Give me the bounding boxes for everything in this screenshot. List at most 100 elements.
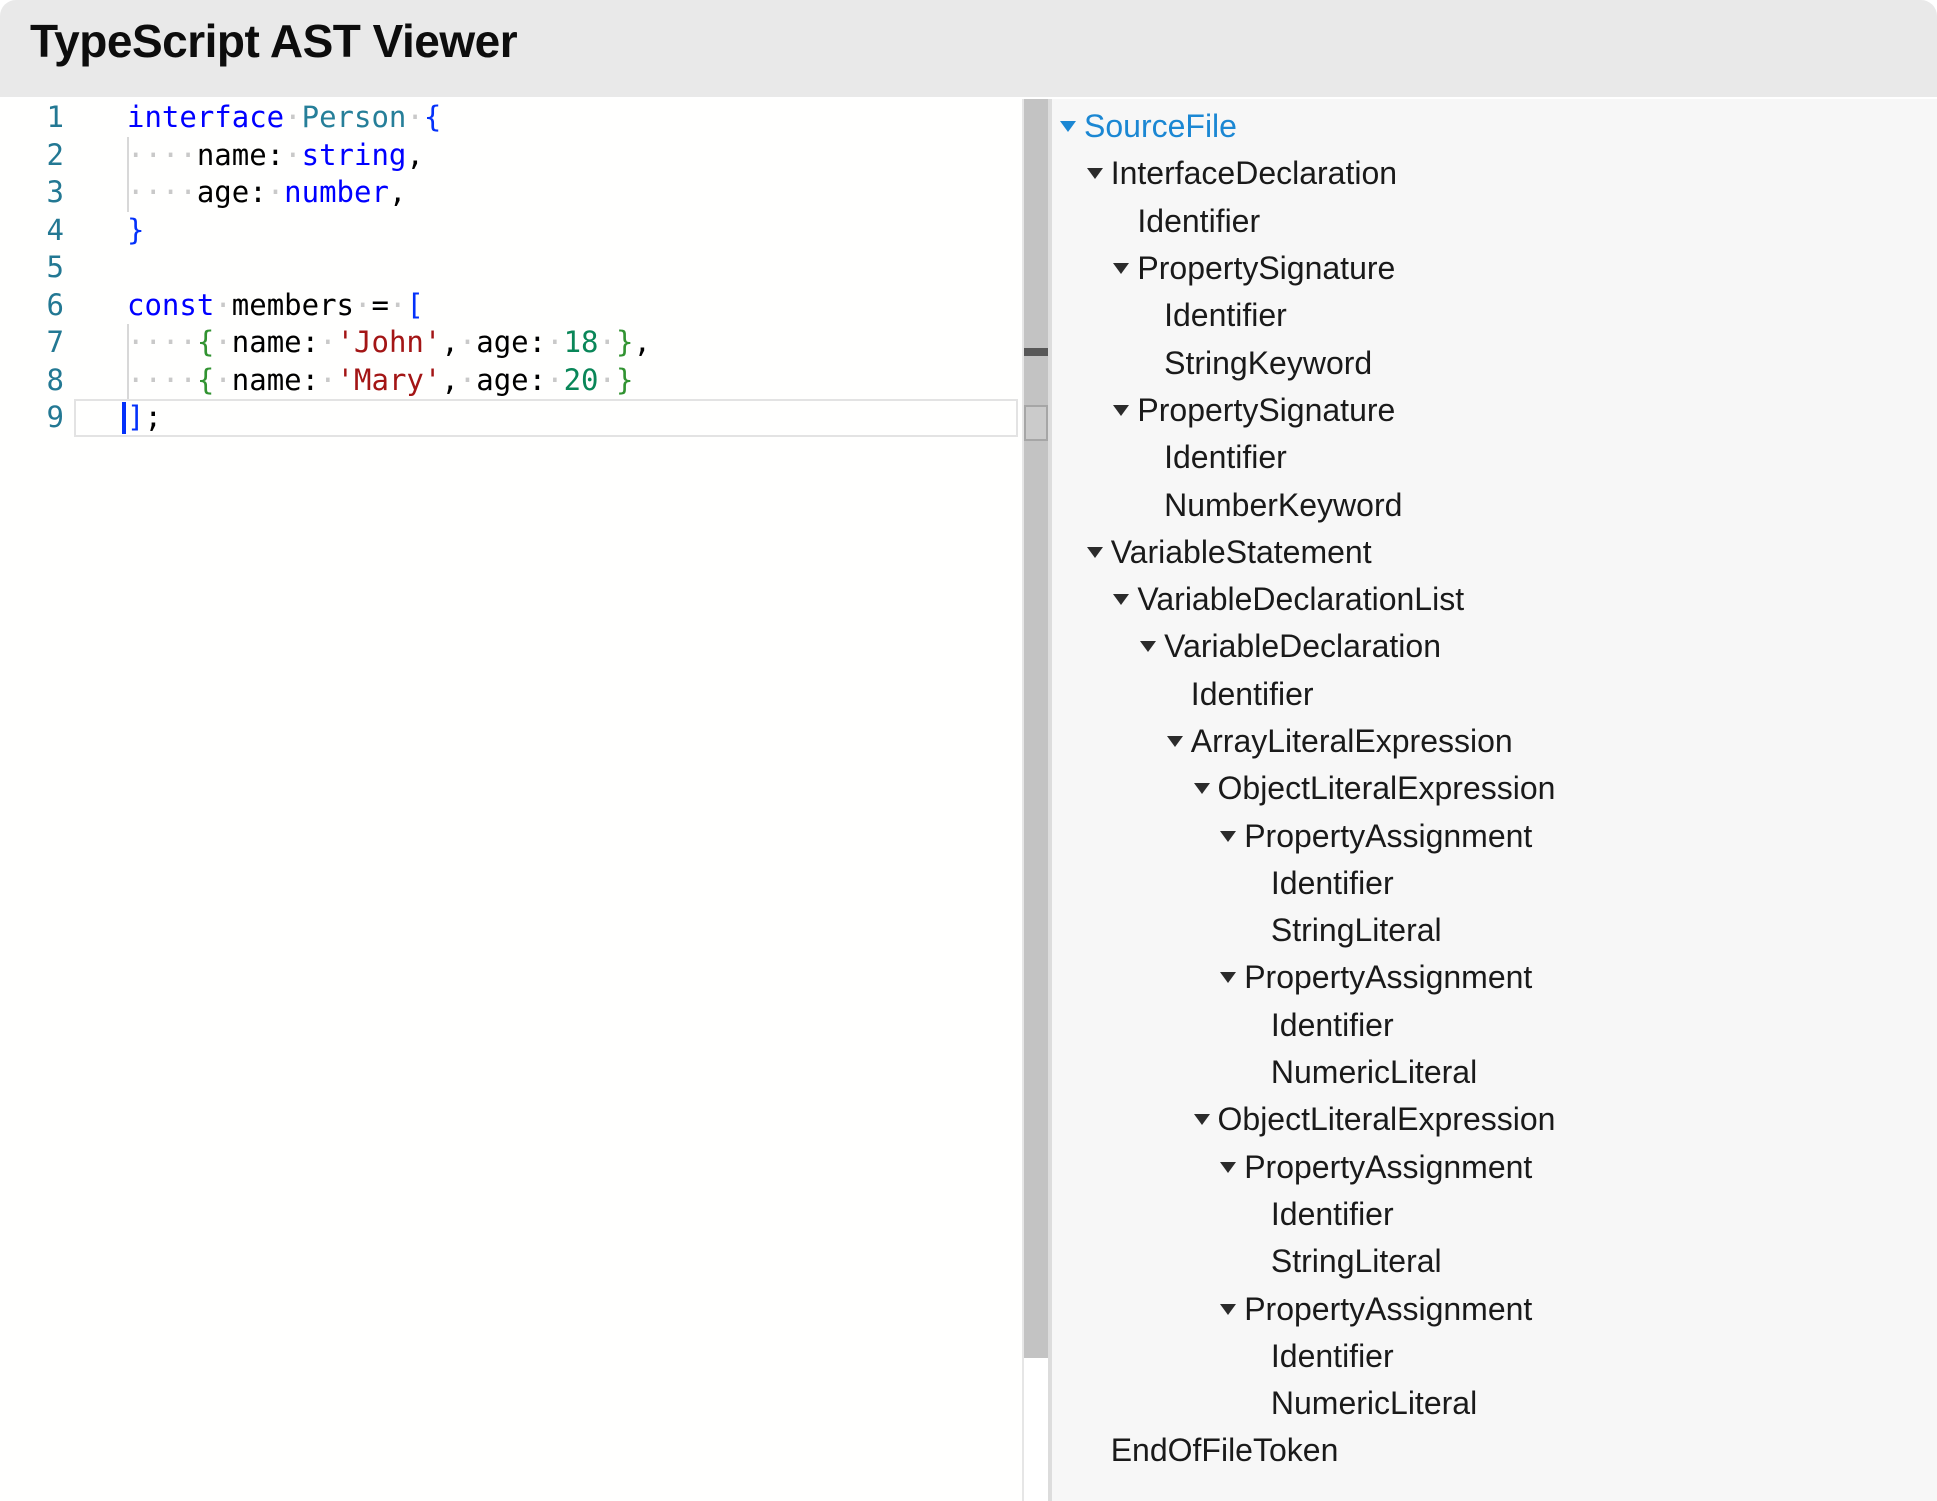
tree-node-stringkeyword[interactable]: StringKeyword (1052, 339, 1937, 386)
code-line-7[interactable]: ····{·name:·'John',·age:·18·}, (127, 324, 1022, 362)
overview-ruler-currentline-marker (1024, 405, 1048, 441)
expander[interactable] (1220, 972, 1244, 983)
ast-node-label: Identifier (1164, 297, 1287, 334)
code-token: , (441, 363, 458, 397)
triangle-down-icon[interactable] (1194, 1114, 1210, 1125)
triangle-down-icon[interactable] (1087, 547, 1103, 558)
line-number-3[interactable]: 3 (0, 174, 64, 212)
tree-node-numericliteral[interactable]: NumericLiteral (1052, 1049, 1937, 1096)
expander[interactable] (1220, 1304, 1244, 1315)
code-line-3[interactable]: ····age:·number, (127, 174, 1022, 212)
line-number-9[interactable]: 9 (0, 399, 64, 437)
page-title: TypeScript AST Viewer (30, 14, 517, 68)
code-line-2[interactable]: ····name:·string, (127, 137, 1022, 175)
line-number-5[interactable]: 5 (0, 249, 64, 287)
editor-scrollbar[interactable] (1022, 99, 1050, 1501)
triangle-down-icon[interactable] (1220, 831, 1236, 842)
indent-guide (127, 137, 129, 175)
line-number-2[interactable]: 2 (0, 137, 64, 175)
expander[interactable] (1140, 641, 1164, 652)
expander[interactable] (1220, 831, 1244, 842)
code-token: } (127, 213, 144, 247)
triangle-down-icon[interactable] (1113, 405, 1129, 416)
tree-node-identifier[interactable]: Identifier (1052, 434, 1937, 481)
expander[interactable] (1194, 783, 1218, 794)
expander[interactable] (1194, 1114, 1218, 1125)
code-line-9[interactable]: ]; (127, 399, 1022, 437)
tree-node-identifier[interactable]: Identifier (1052, 860, 1937, 907)
expander[interactable] (1087, 547, 1111, 558)
expander[interactable] (1220, 1162, 1244, 1173)
tree-node-identifier[interactable]: Identifier (1052, 1191, 1937, 1238)
tree-node-variabledeclaration[interactable]: VariableDeclaration (1052, 623, 1937, 670)
line-number-1[interactable]: 1 (0, 99, 64, 137)
code-content[interactable]: interface·Person·{····name:·string,····a… (127, 99, 1022, 437)
triangle-down-icon[interactable] (1220, 1304, 1236, 1315)
code-token: { (197, 325, 214, 359)
indent-guide (127, 174, 129, 212)
expander[interactable] (1113, 263, 1137, 274)
expander[interactable] (1167, 736, 1191, 747)
tree-node-identifier[interactable]: Identifier (1052, 1333, 1937, 1380)
tree-node-identifier[interactable]: Identifier (1052, 1002, 1937, 1049)
tree-node-identifier[interactable]: Identifier (1052, 198, 1937, 245)
line-number-8[interactable]: 8 (0, 362, 64, 400)
tree-node-propertyassignment[interactable]: PropertyAssignment (1052, 1285, 1937, 1332)
ast-node-label: Identifier (1164, 439, 1287, 476)
tree-node-interfacedeclaration[interactable]: InterfaceDeclaration (1052, 150, 1937, 197)
triangle-down-icon[interactable] (1113, 263, 1129, 274)
whitespace-dots: ···· (127, 175, 197, 209)
triangle-down-icon[interactable] (1113, 594, 1129, 605)
triangle-down-icon[interactable] (1220, 972, 1236, 983)
code-token: [ (406, 288, 423, 322)
tree-node-propertyassignment[interactable]: PropertyAssignment (1052, 954, 1937, 1001)
tree-node-variablestatement[interactable]: VariableStatement (1052, 529, 1937, 576)
tree-node-identifier[interactable]: Identifier (1052, 292, 1937, 339)
tree-node-arrayliteralexpression[interactable]: ArrayLiteralExpression (1052, 718, 1937, 765)
line-number-6[interactable]: 6 (0, 287, 64, 325)
triangle-down-icon[interactable] (1140, 641, 1156, 652)
tree-node-propertyassignment[interactable]: PropertyAssignment (1052, 812, 1937, 859)
line-number-7[interactable]: 7 (0, 324, 64, 362)
tree-node-identifier[interactable]: Identifier (1052, 671, 1937, 718)
app: TypeScript AST Viewer 123456789 interfac… (0, 0, 1937, 1501)
code-token: { (197, 363, 214, 397)
tree-node-sourcefile[interactable]: SourceFile (1052, 103, 1937, 150)
tree-node-variabledeclarationlist[interactable]: VariableDeclarationList (1052, 576, 1937, 623)
triangle-down-icon[interactable] (1087, 168, 1103, 179)
line-number-gutter[interactable]: 123456789 (0, 99, 64, 437)
tree-node-numberkeyword[interactable]: NumberKeyword (1052, 481, 1937, 528)
whitespace-dots: · (546, 325, 563, 359)
code-token: = (371, 288, 388, 322)
tree-node-propertysignature[interactable]: PropertySignature (1052, 387, 1937, 434)
whitespace-dots: · (319, 363, 336, 397)
triangle-down-icon[interactable] (1060, 121, 1076, 132)
tree-node-endoffiletoken[interactable]: EndOfFileToken (1052, 1427, 1937, 1474)
tree-node-objectliteralexpression[interactable]: ObjectLiteralExpression (1052, 765, 1937, 812)
triangle-down-icon[interactable] (1220, 1162, 1236, 1173)
expander[interactable] (1060, 121, 1084, 132)
line-number-4[interactable]: 4 (0, 212, 64, 250)
tree-node-stringliteral[interactable]: StringLiteral (1052, 1238, 1937, 1285)
expander[interactable] (1113, 405, 1137, 416)
code-editor[interactable]: 123456789 interface·Person·{····name:·st… (0, 99, 1022, 1501)
tree-node-stringliteral[interactable]: StringLiteral (1052, 907, 1937, 954)
tree-node-propertyassignment[interactable]: PropertyAssignment (1052, 1144, 1937, 1191)
tree-node-numericliteral[interactable]: NumericLiteral (1052, 1380, 1937, 1427)
code-line-1[interactable]: interface·Person·{ (127, 99, 1022, 137)
ast-node-label: StringLiteral (1271, 1243, 1442, 1280)
triangle-down-icon[interactable] (1167, 736, 1183, 747)
code-line-6[interactable]: const·members·=·[ (127, 287, 1022, 325)
ast-tree-panel[interactable]: SourceFileInterfaceDeclarationIdentifier… (1050, 99, 1937, 1501)
whitespace-dots: · (546, 363, 563, 397)
scrollbar-thumb[interactable] (1024, 99, 1048, 1358)
code-line-4[interactable]: } (127, 212, 1022, 250)
tree-node-objectliteralexpression[interactable]: ObjectLiteralExpression (1052, 1096, 1937, 1143)
code-line-5[interactable] (127, 249, 1022, 287)
expander[interactable] (1113, 594, 1137, 605)
code-line-8[interactable]: ····{·name:·'Mary',·age:·20·} (127, 362, 1022, 400)
whitespace-dots: · (284, 100, 301, 134)
triangle-down-icon[interactable] (1194, 783, 1210, 794)
tree-node-propertysignature[interactable]: PropertySignature (1052, 245, 1937, 292)
expander[interactable] (1087, 168, 1111, 179)
